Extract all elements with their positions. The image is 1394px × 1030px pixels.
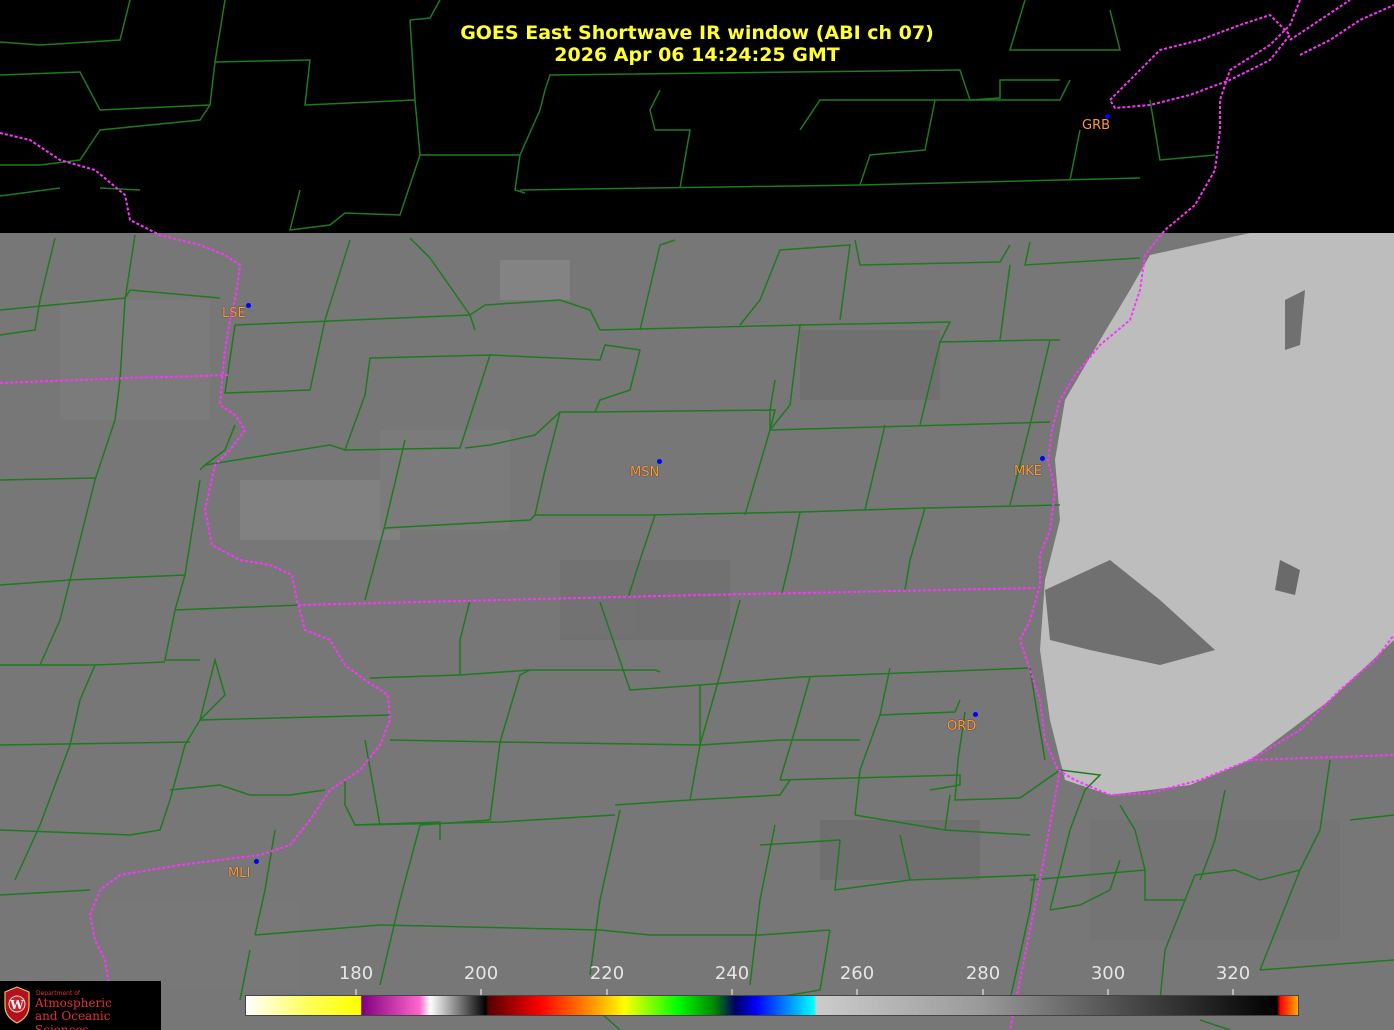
station-dot-mke	[1040, 456, 1045, 461]
colorbar-tick-label: 260	[839, 963, 875, 984]
station-label-mli: MLI	[228, 866, 251, 881]
station-label-grb: GRB	[1082, 118, 1111, 133]
station-dot-msn	[657, 459, 662, 464]
colorbar-tick-label: 180	[338, 963, 374, 984]
image-timestamp: 2026 Apr 06 14:24:25 GMT	[554, 44, 840, 66]
image-title: GOES East Shortwave IR window (ABI ch 07…	[460, 22, 934, 44]
colorbar-tick-label: 220	[589, 963, 625, 984]
satellite-map	[0, 0, 1394, 1030]
university-crest-icon: W	[4, 986, 30, 1024]
station-label-mke: MKE	[1014, 464, 1042, 479]
station-label-lse: LSE	[222, 306, 246, 321]
temperature-colorbar	[245, 995, 1299, 1016]
colorbar-tick-label: 320	[1215, 963, 1251, 984]
station-dot-ord	[973, 712, 978, 717]
logo-line2: and Oceanic Sciences	[35, 1009, 111, 1030]
colorbar-tick-label: 280	[965, 963, 1001, 984]
station-label-ord: ORD	[947, 719, 977, 734]
satellite-image-viewer: GOES East Shortwave IR window (ABI ch 07…	[0, 0, 1394, 1030]
station-label-msn: MSN	[630, 465, 660, 480]
colorbar-tick-label: 300	[1090, 963, 1126, 984]
aos-logo: W Department of Atmospheric and Oceanic …	[0, 981, 161, 1030]
logo-line1: Atmospheric	[35, 996, 112, 1010]
station-dot-mli	[254, 859, 259, 864]
colorbar-tick-label: 240	[714, 963, 750, 984]
svg-text:W: W	[9, 998, 24, 1012]
station-dot-lse	[246, 303, 251, 308]
colorbar-tick-label: 200	[463, 963, 499, 984]
